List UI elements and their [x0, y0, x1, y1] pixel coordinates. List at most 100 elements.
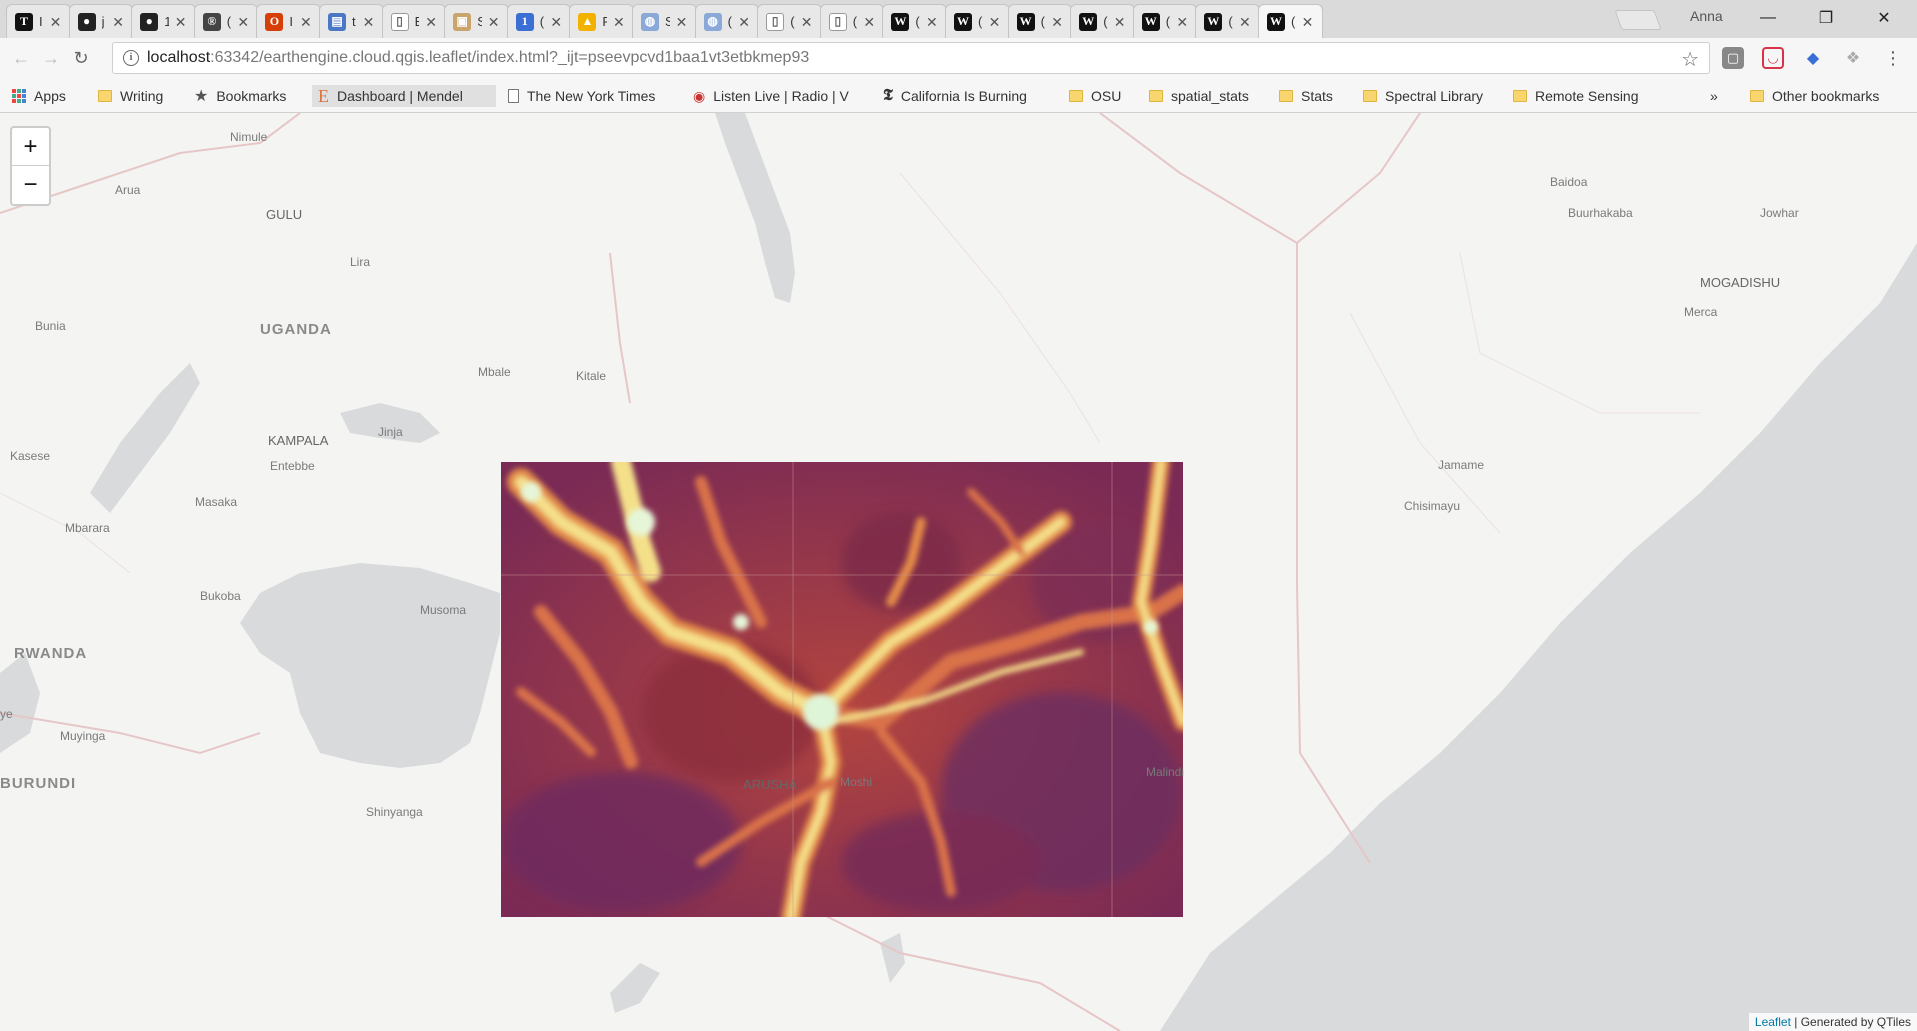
tanzania-border	[0, 712, 261, 755]
tab-title: 1	[164, 14, 169, 29]
browser-tab[interactable]: ® (✕	[193, 4, 259, 38]
tab-close-icon[interactable]: ✕	[112, 15, 124, 29]
browser-tab[interactable]: W (✕	[1195, 4, 1260, 38]
bookmark-apps[interactable]: Apps	[12, 85, 66, 107]
browser-tab[interactable]: ◍ (✕	[694, 4, 760, 38]
leaflet-map[interactable]: Nimule Arua GULU Lira Bunia UGANDA Mbale…	[0, 113, 1917, 1031]
tab-title: (	[915, 14, 920, 29]
leaflet-link[interactable]: Leaflet	[1755, 1015, 1791, 1029]
tab-close-icon[interactable]: ✕	[237, 15, 249, 29]
tab-close-icon[interactable]: ✕	[363, 15, 375, 29]
tab-close-icon[interactable]: ✕	[1302, 15, 1314, 29]
place-label: Buurhakaba	[1568, 206, 1633, 220]
browser-tab[interactable]: T I ✕	[6, 4, 71, 38]
tab-title: (	[1040, 14, 1045, 29]
tab-favicon-icon: T	[15, 12, 33, 31]
browser-tab[interactable]: ● 1 ✕	[131, 4, 196, 38]
browser-tab[interactable]: ▯ E ✕	[381, 4, 447, 38]
bookmark-remote-sensing[interactable]: Remote Sensing	[1513, 85, 1639, 107]
place-label: Kasese	[10, 449, 51, 463]
tab-favicon-icon: ●	[77, 12, 96, 31]
extension-icon[interactable]: ▢	[1722, 47, 1744, 69]
dropbox-icon[interactable]: ❖	[1842, 47, 1864, 69]
tab-close-icon[interactable]: ✕	[550, 15, 562, 29]
reload-icon[interactable]: ↻	[66, 44, 96, 74]
folder-icon	[1363, 90, 1377, 102]
tab-close-icon[interactable]: ✕	[300, 15, 312, 29]
bookmark-spatial-stats[interactable]: spatial_stats	[1149, 85, 1249, 107]
place-label: Bunia	[35, 319, 66, 333]
browser-tab[interactable]: ▣ S ✕	[444, 4, 509, 38]
tab-close-icon[interactable]: ✕	[1114, 15, 1126, 29]
browser-tab[interactable]: ▯ (✕	[819, 4, 885, 38]
other-bookmarks[interactable]: Other bookmarks	[1750, 85, 1879, 107]
bookmark-california[interactable]: 𝕿 California Is Burning	[883, 85, 1048, 107]
zoom-in-button[interactable]: +	[12, 128, 49, 166]
mendeley-icon: E	[318, 85, 329, 106]
tab-close-icon[interactable]: ✕	[1051, 15, 1063, 29]
tab-close-icon[interactable]: ✕	[863, 15, 875, 29]
browser-tab[interactable]: O I ✕	[256, 4, 321, 38]
tab-close-icon[interactable]: ✕	[175, 15, 187, 29]
lake-manyara	[610, 963, 660, 1013]
place-label: KAMPALA	[268, 433, 329, 448]
browser-tab[interactable]: W (✕	[1132, 4, 1198, 38]
bookmark-osu[interactable]: OSU	[1069, 85, 1121, 107]
new-tab-button[interactable]	[1614, 10, 1662, 30]
browser-tab[interactable]: W (✕	[882, 4, 947, 38]
browser-tab[interactable]: ● j ✕	[68, 4, 134, 38]
browser-tab[interactable]: W (✕	[1007, 4, 1073, 38]
forward-arrow-icon[interactable]: →	[36, 44, 66, 74]
browser-tab[interactable]: 1 (✕	[506, 4, 572, 38]
tab-favicon-icon: W	[1141, 12, 1160, 31]
tab-favicon-icon: ●	[140, 12, 159, 31]
place-label: Jinja	[378, 425, 403, 439]
bookmark-mendeley[interactable]: E Dashboard | Mendel	[312, 85, 496, 107]
info-icon[interactable]: i	[123, 50, 139, 66]
zoom-out-button[interactable]: −	[12, 166, 49, 204]
tab-close-icon[interactable]: ✕	[613, 15, 625, 29]
tab-favicon-icon: ▤	[328, 12, 346, 31]
bookmark-bookmarks[interactable]: ★ Bookmarks	[194, 85, 286, 107]
tab-close-icon[interactable]: ✕	[676, 15, 688, 29]
tab-title: S	[477, 14, 482, 29]
tab-close-icon[interactable]: ✕	[989, 15, 1001, 29]
place-label: Mbarara	[65, 521, 110, 535]
tab-close-icon[interactable]: ✕	[926, 15, 938, 29]
browser-tab[interactable]: ▤ t ✕	[319, 4, 384, 38]
pocket-icon[interactable]: ◡	[1762, 47, 1784, 69]
profile-name[interactable]: Anna	[1690, 8, 1723, 24]
page-icon	[508, 89, 519, 103]
graduation-cap-icon[interactable]: ◆	[1802, 47, 1824, 69]
browser-tab[interactable]: W (✕	[945, 4, 1010, 38]
bookmark-stats[interactable]: Stats	[1279, 85, 1333, 107]
minimize-icon[interactable]: —	[1745, 4, 1791, 32]
place-label: Masaka	[195, 495, 238, 509]
address-bar[interactable]: i localhost:63342/earthengine.cloud.qgis…	[112, 42, 1710, 74]
close-window-icon[interactable]: ✕	[1861, 4, 1907, 32]
bookmark-label: Listen Live | Radio | V	[713, 88, 849, 104]
browser-tab[interactable]: W (✕	[1070, 4, 1135, 38]
restore-icon[interactable]: ❐	[1803, 4, 1849, 32]
browser-tab[interactable]: ◍ S ✕	[632, 4, 697, 38]
bookmark-spectral-library[interactable]: Spectral Library	[1363, 85, 1483, 107]
browser-tab[interactable]: ▯ (✕	[757, 4, 822, 38]
tab-close-icon[interactable]: ✕	[1239, 15, 1251, 29]
bookmark-star-icon[interactable]: ☆	[1681, 47, 1699, 72]
bookmark-nyt[interactable]: The New York Times	[508, 85, 673, 107]
tab-close-icon[interactable]: ✕	[1176, 15, 1188, 29]
browser-tab[interactable]: ▲ F ✕	[569, 4, 634, 38]
tab-close-icon[interactable]: ✕	[425, 15, 437, 29]
bookmarks-overflow-button[interactable]: »	[1710, 85, 1718, 107]
browser-tab[interactable]: W (✕	[1258, 4, 1323, 38]
tab-close-icon[interactable]: ✕	[738, 15, 750, 29]
tab-close-icon[interactable]: ✕	[488, 15, 500, 29]
back-arrow-icon[interactable]: ←	[6, 44, 36, 74]
bookmark-writing[interactable]: Writing	[98, 85, 163, 107]
tab-title: S	[665, 14, 670, 29]
tab-close-icon[interactable]: ✕	[801, 15, 813, 29]
place-label: Mbale	[478, 365, 511, 379]
menu-icon[interactable]: ⋮	[1882, 47, 1904, 69]
tab-close-icon[interactable]: ✕	[50, 15, 62, 29]
bookmark-radio[interactable]: ◉ Listen Live | Radio | V	[693, 85, 863, 107]
